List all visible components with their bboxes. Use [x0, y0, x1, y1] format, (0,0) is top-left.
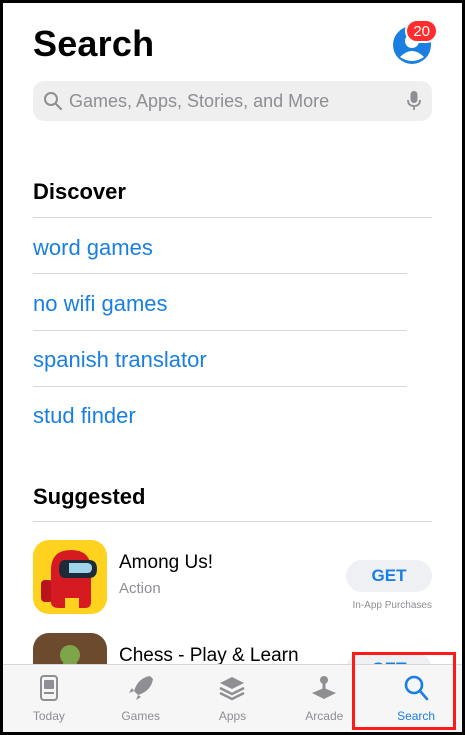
header: Search 20 [33, 19, 438, 73]
tab-apps[interactable]: Apps [187, 665, 279, 732]
search-bar[interactable] [33, 81, 432, 121]
divider [33, 217, 432, 218]
app-name: Among Us! [119, 552, 213, 573]
tab-search[interactable]: Search [370, 665, 462, 732]
discover-item[interactable]: stud finder [33, 403, 136, 429]
discover-heading: Discover [33, 179, 126, 204]
divider [33, 330, 407, 331]
tab-today[interactable]: Today [3, 665, 95, 732]
divider [33, 386, 407, 387]
search-icon [44, 92, 62, 110]
tab-bar: Today Games Apps Arcade Search [3, 664, 462, 732]
microphone-icon[interactable] [406, 90, 422, 112]
app-category: Action [119, 580, 161, 597]
discover-item[interactable]: spanish translator [33, 347, 207, 373]
search-input[interactable] [69, 90, 406, 112]
layers-icon [219, 677, 246, 701]
today-icon [39, 675, 58, 701]
get-button[interactable]: GET [346, 560, 432, 592]
tab-label: Apps [218, 709, 247, 723]
app-row-among-us[interactable]: Among Us! Action GET In-App Purchases [33, 540, 432, 620]
tab-games[interactable]: Games [95, 665, 187, 732]
joystick-icon [312, 676, 337, 699]
divider [33, 273, 407, 274]
search-icon [404, 675, 429, 701]
account-avatar[interactable]: 20 [392, 19, 438, 65]
tab-label: Today [32, 709, 65, 723]
rocket-icon [128, 676, 153, 700]
page-title: Search [33, 23, 155, 64]
discover-item[interactable]: no wifi games [33, 291, 168, 317]
suggested-heading: Suggested [33, 484, 146, 509]
tab-label: Games [121, 709, 161, 723]
tab-arcade[interactable]: Arcade [278, 665, 370, 732]
divider [33, 521, 432, 522]
in-app-purchases-note: In-App Purchases [352, 600, 433, 611]
discover-item[interactable]: word games [33, 235, 153, 261]
notification-badge: 20 [405, 19, 438, 43]
tab-label: Search [397, 709, 436, 723]
tab-label: Arcade [305, 709, 344, 723]
among-us-app-icon[interactable] [33, 540, 107, 614]
